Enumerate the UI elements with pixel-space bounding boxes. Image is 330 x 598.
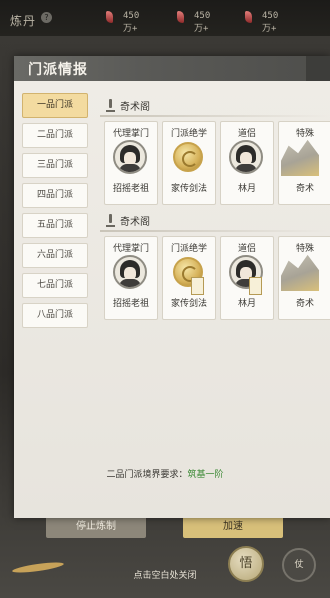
card-role: 特殊 [295, 129, 314, 139]
currency-amount: 450万+ [123, 11, 140, 34]
card-acting-leader[interactable]: 代理掌门 招摇老祖 [104, 121, 158, 205]
divider [100, 115, 330, 117]
card-role: 代理掌门 [112, 129, 149, 139]
round-action-button[interactable]: 仗 [282, 548, 316, 582]
card-name: 家传剑法 [170, 184, 207, 194]
section-title-text: 奇术阁 [120, 217, 150, 228]
card-name: 奇术 [295, 184, 314, 194]
spirit-stone-icon [245, 11, 252, 23]
spirit-stone-icon [106, 11, 113, 23]
card-name: 招摇老祖 [112, 184, 149, 194]
card-special[interactable]: 特殊 奇术 [278, 236, 330, 320]
character-portrait-icon [113, 255, 147, 289]
card-name: 奇术 [295, 299, 314, 309]
card-role: 门派绝学 [170, 244, 207, 254]
seal-stamp-icon [249, 277, 262, 295]
modal-title: 门派情报 [28, 62, 88, 78]
scenery-scroll-icon [281, 254, 319, 291]
modal-body: 一品门派 二品门派 三品门派 四品门派 五品门派 六品门派 七品门派 八品门派 … [14, 81, 330, 518]
tab-grade-2[interactable]: 二品门派 [22, 123, 88, 148]
card-sect-skill[interactable]: 门派绝学 家传剑法 [162, 121, 216, 205]
currency-amount: 450万+ [262, 11, 279, 34]
card-name: 家传剑法 [170, 299, 207, 309]
modal-header: 门派情报 [14, 56, 330, 81]
card-companion[interactable]: 道侣 林月 [220, 121, 274, 205]
tab-grade-4[interactable]: 四品门派 [22, 183, 88, 208]
card-role: 门派绝学 [170, 129, 207, 139]
scenery-scroll-icon [281, 139, 319, 176]
tab-grade-1[interactable]: 一品门派 [22, 93, 88, 118]
speed-up-button[interactable]: 加速 [183, 516, 283, 538]
top-title: 炼丹 [10, 14, 37, 28]
tab-grade-8[interactable]: 八品门派 [22, 303, 88, 328]
skill-coin-icon [173, 142, 203, 172]
divider [100, 230, 330, 232]
requirement-label: 二品门派境界要求： [106, 470, 188, 480]
card-name: 招摇老祖 [112, 299, 149, 309]
sect-info-modal: 门派情报 一品门派 二品门派 三品门派 四品门派 五品门派 六品门派 七品门派 … [14, 56, 330, 518]
card-special[interactable]: 特殊 奇术 [278, 121, 330, 205]
requirement-text: 二品门派境界要求：筑基一阶 [0, 467, 330, 480]
stop-refining-button[interactable]: 停止炼制 [46, 516, 146, 538]
tab-grade-5[interactable]: 五品门派 [22, 213, 88, 238]
tab-grade-3[interactable]: 三品门派 [22, 153, 88, 178]
card-name: 林月 [237, 184, 256, 194]
enlighten-button[interactable]: 悟 [228, 546, 264, 582]
spirit-stone-icon [177, 11, 184, 23]
requirement-value: 筑基一阶 [187, 470, 224, 480]
character-portrait-icon [113, 140, 147, 174]
sect-emblem-icon [106, 214, 115, 227]
header-ornament [306, 56, 330, 81]
help-icon[interactable]: ? [41, 12, 52, 23]
close-hint: 点击空白处关闭 [133, 571, 197, 581]
top-bar: 炼丹 ? 450万+ 450万+ 450万+ [0, 0, 330, 36]
card-companion[interactable]: 道侣 林月 [220, 236, 274, 320]
tab-grade-6[interactable]: 六品门派 [22, 243, 88, 268]
card-role: 代理掌门 [112, 244, 149, 254]
currency-amount: 450万+ [194, 11, 211, 34]
card-role: 道侣 [237, 129, 256, 139]
card-role: 道侣 [237, 244, 256, 254]
card-acting-leader[interactable]: 代理掌门 招摇老祖 [104, 236, 158, 320]
character-portrait-icon [229, 140, 263, 174]
sect-list[interactable]: 奇术阁 代理掌门 招摇老祖 门派绝学 家传剑法 道侣 林月 特殊 奇术 奇术阁 … [100, 93, 330, 457]
card-sect-skill[interactable]: 门派绝学 家传剑法 [162, 236, 216, 320]
card-role: 特殊 [295, 244, 314, 254]
seal-stamp-icon [191, 277, 204, 295]
tab-grade-7[interactable]: 七品门派 [22, 273, 88, 298]
section-title-text: 奇术阁 [120, 102, 150, 113]
sect-emblem-icon [106, 99, 115, 112]
card-name: 林月 [237, 299, 256, 309]
